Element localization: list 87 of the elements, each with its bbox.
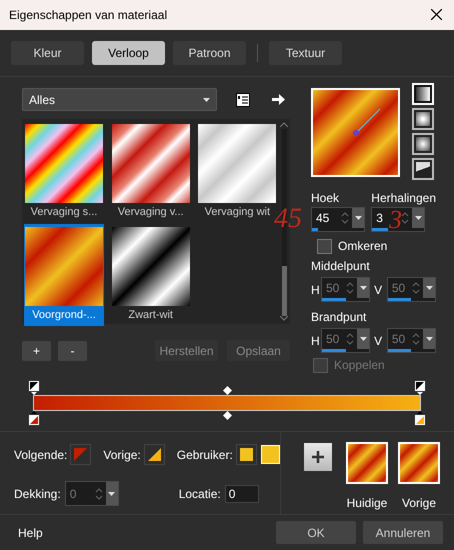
- user-color-swatch[interactable]: [260, 445, 280, 464]
- caret-icon: [108, 492, 116, 496]
- group-label: Brandpunt: [311, 309, 368, 326]
- cancel-button[interactable]: Annuleren: [363, 521, 443, 544]
- caret-icon: [426, 337, 432, 342]
- field-value: 50: [392, 331, 406, 348]
- gradient-style-button[interactable]: [412, 133, 434, 156]
- gradient-style-icon: [416, 137, 430, 152]
- field-label: Volgende:: [14, 446, 68, 464]
- user-color-well[interactable]: [236, 444, 257, 466]
- angle-handle-icon[interactable]: [352, 106, 382, 137]
- gradient-item[interactable]: Zwart-wit: [110, 224, 191, 326]
- dropdown-button[interactable]: [412, 208, 424, 228]
- tab[interactable]: Textuur: [269, 41, 342, 66]
- list-view-icon[interactable]: [236, 92, 250, 107]
- spin-arrows-icon: [346, 281, 354, 296]
- checkbox-label: Koppelen: [334, 357, 385, 374]
- location-field[interactable]: 0: [224, 484, 259, 503]
- annotation: 45: [274, 205, 302, 233]
- window-title: Eigenschappen van materiaal: [9, 6, 168, 24]
- spin-arrows-icon: [341, 211, 349, 226]
- annotation: 3: [389, 207, 402, 233]
- color-stop-marker[interactable]: [28, 411, 40, 426]
- field-value: 50: [326, 280, 340, 298]
- gradient-item[interactable]: Voorgrond-...: [24, 224, 104, 326]
- color-stop-marker[interactable]: [414, 380, 426, 396]
- field-value: 50: [326, 331, 340, 348]
- arrow-right-icon[interactable]: [272, 94, 285, 106]
- field-value: 50: [392, 280, 406, 298]
- color-stop-marker[interactable]: [28, 380, 40, 396]
- field-label: Dekking:: [14, 486, 61, 503]
- spin-arrows-icon: [94, 486, 103, 501]
- gradient-style-icon: [416, 112, 430, 126]
- gradient-style-icon: [416, 87, 430, 102]
- field-label: V: [374, 282, 384, 299]
- swatch-label: Huidige: [346, 495, 388, 512]
- gradient-style-button[interactable]: [412, 108, 434, 130]
- field-label: Herhalingen: [371, 190, 436, 208]
- field-label: Locatie:: [178, 486, 221, 503]
- tab[interactable]: Kleur: [11, 41, 84, 66]
- list-button[interactable]: +: [22, 340, 51, 361]
- gradient-swatch[interactable]: [346, 442, 388, 484]
- group-label: Middelpunt: [311, 258, 371, 276]
- caret-icon: [360, 337, 367, 342]
- field-label: Hoek: [311, 190, 340, 208]
- swatch-label: Vorige: [402, 495, 436, 512]
- scroll-up-icon[interactable]: [280, 122, 288, 128]
- spin-arrows-icon: [412, 332, 420, 346]
- checkbox-label: Omkeren: [338, 238, 388, 256]
- tab[interactable]: Patroon: [173, 41, 246, 66]
- gradient-item[interactable]: Vervaging s...: [24, 121, 104, 224]
- category-dropdown[interactable]: Alles: [22, 88, 217, 112]
- caret-icon: [354, 216, 362, 220]
- caret-icon: [414, 216, 422, 220]
- gradient-item[interactable]: Vervaging v...: [110, 121, 191, 224]
- ok-button[interactable]: OK: [276, 521, 356, 544]
- plus-icon: [312, 451, 324, 464]
- checkbox[interactable]: [317, 238, 332, 254]
- scroll-down-icon[interactable]: [280, 316, 288, 322]
- midpoint-marker[interactable]: [222, 386, 232, 396]
- help-link[interactable]: Help: [18, 524, 43, 542]
- field-label: V: [374, 332, 384, 350]
- field-label: H: [311, 282, 321, 299]
- field-value: 3: [376, 210, 383, 228]
- dropdown-button[interactable]: [352, 208, 364, 228]
- gradient-swatch[interactable]: [398, 442, 440, 484]
- spin-arrows-icon: [346, 332, 354, 346]
- caret-icon: [426, 286, 432, 290]
- gradient-style-button[interactable]: [412, 158, 434, 180]
- caret-icon: [203, 98, 210, 102]
- color-stop-marker[interactable]: [414, 411, 426, 426]
- field-label: Vorige:: [103, 446, 141, 464]
- close-icon[interactable]: [431, 9, 442, 20]
- field-value: 0: [70, 486, 76, 503]
- field-label: Gebruiker:: [176, 446, 233, 464]
- caret-icon: [360, 286, 367, 290]
- tab[interactable]: Verloop: [92, 41, 165, 66]
- spin-arrows-icon: [412, 281, 420, 296]
- field-label: H: [311, 332, 321, 350]
- previous-color-swatch[interactable]: [144, 444, 165, 466]
- midpoint-marker[interactable]: [222, 411, 232, 420]
- add-button[interactable]: [304, 443, 332, 472]
- spin-arrows-icon: [401, 211, 410, 226]
- field-value: 45: [316, 210, 330, 228]
- next-color-swatch[interactable]: [70, 444, 92, 466]
- spin-field[interactable]: 45: [311, 207, 365, 232]
- list-button[interactable]: -: [58, 340, 87, 361]
